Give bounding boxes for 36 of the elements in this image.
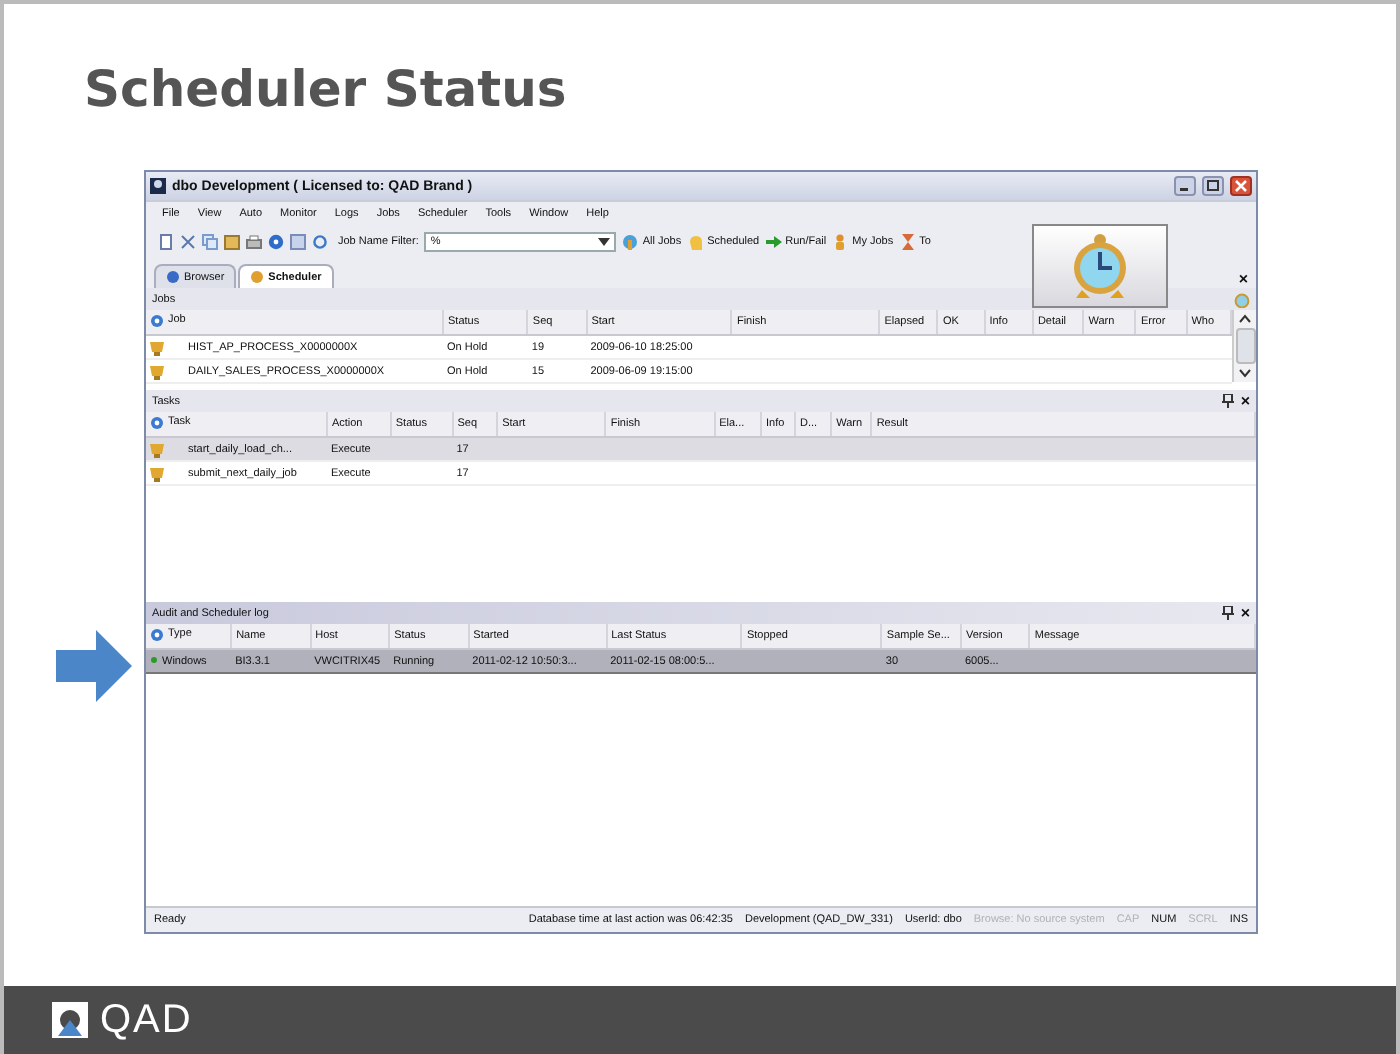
close-button[interactable] (1230, 176, 1252, 196)
globe-icon (150, 313, 164, 327)
app-icon (150, 178, 166, 194)
arrow-icon (56, 630, 132, 702)
job-icon (150, 465, 164, 481)
logo-text: QAD (100, 997, 193, 1043)
hourglass-icon (899, 233, 916, 249)
globe-icon (150, 415, 164, 429)
pin-icon[interactable] (1222, 394, 1235, 408)
maximize-button[interactable] (1202, 176, 1224, 196)
globe-icon (622, 233, 639, 249)
dropdown-caret-icon[interactable] (598, 237, 611, 245)
job-icon (150, 363, 164, 379)
arrow-icon (765, 233, 782, 249)
printer-icon[interactable] (246, 233, 262, 249)
close-button[interactable]: × (1240, 393, 1250, 409)
close-button[interactable]: × (1240, 605, 1250, 621)
globe-icon (150, 627, 164, 641)
new-document-icon[interactable] (158, 233, 174, 249)
person-icon (832, 233, 849, 249)
scissors-icon[interactable] (180, 233, 196, 249)
alarm-clock-icon (1070, 232, 1130, 300)
status-dot-icon (150, 656, 158, 665)
paste-icon[interactable] (224, 233, 240, 249)
job-icon (150, 339, 164, 355)
tab-icon (166, 270, 180, 284)
pin-icon[interactable] (1222, 606, 1235, 620)
job-icon (150, 441, 164, 457)
scrollbar[interactable] (1232, 310, 1256, 382)
scroll-down-icon[interactable] (1236, 366, 1254, 382)
close-button[interactable]: × (1238, 272, 1248, 288)
scroll-up-icon[interactable] (1236, 310, 1254, 326)
logo-icon (52, 1002, 88, 1038)
slide-title: Scheduler Status (82, 58, 569, 122)
tab-icon (250, 270, 265, 284)
minimize-button[interactable] (1174, 176, 1196, 196)
